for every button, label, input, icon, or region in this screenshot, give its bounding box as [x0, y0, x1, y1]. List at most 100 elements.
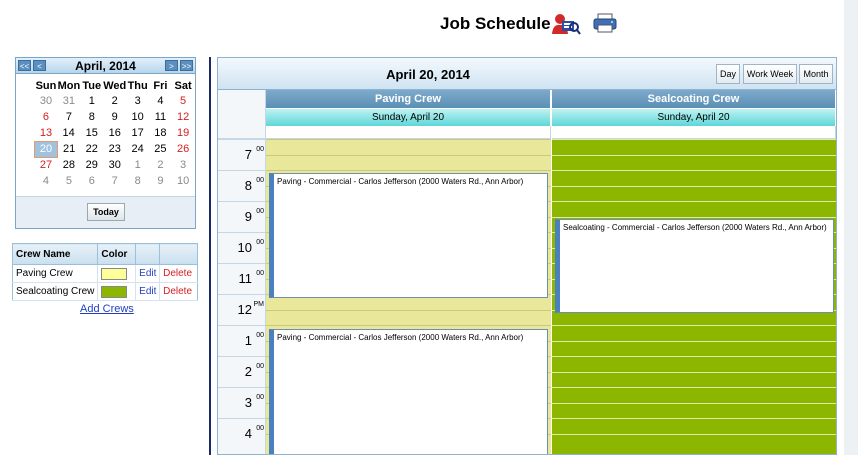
minute-label: 00 [256, 208, 264, 215]
calendar-day[interactable]: 29 [80, 157, 103, 173]
calendar-day[interactable]: 28 [57, 157, 80, 173]
all-day-cell-sealcoating[interactable] [552, 126, 836, 139]
calendar-day[interactable]: 13 [35, 125, 58, 141]
calendar-week-row: 27 28 29 30 1 2 3 [35, 157, 195, 173]
calendar-week-row: 13 14 15 16 17 18 19 [35, 125, 195, 141]
day-scheduler: April 20, 2014 Day Work Week Month Pavin… [217, 57, 837, 455]
minute-label: 00 [256, 394, 264, 401]
calendar-day[interactable]: 7 [103, 173, 126, 189]
calendar-day[interactable]: 23 [103, 141, 126, 157]
scheduler-date-title: April 20, 2014 [386, 67, 470, 82]
calendar-day[interactable]: 8 [126, 173, 149, 189]
calendar-day[interactable]: 16 [103, 125, 126, 141]
page-title: Job Schedule [440, 14, 551, 33]
weekday-label: Sun [35, 79, 57, 92]
app-root: Job Schedule << < April, 2014 > >> Sun M… [0, 0, 858, 455]
crew-name: Paving Crew [12, 264, 99, 283]
calendar-day[interactable]: 15 [80, 125, 103, 141]
minute-label: 00 [256, 177, 264, 184]
view-day-button[interactable]: Day [716, 64, 740, 84]
calendar-week-row: 4 5 6 7 8 9 10 [35, 173, 195, 189]
calendar-day[interactable]: 7 [57, 109, 80, 125]
calendar-day[interactable]: 27 [35, 157, 58, 173]
calendar-day[interactable]: 14 [57, 125, 80, 141]
user-search-icon[interactable] [551, 12, 581, 35]
calendar-day[interactable]: 3 [172, 157, 195, 173]
crew-delete-link[interactable]: Delete [159, 264, 198, 283]
calendar-day[interactable]: 5 [172, 93, 195, 109]
time-slot-line [552, 325, 836, 326]
calendar-day[interactable]: 6 [80, 173, 103, 189]
add-crews-link[interactable]: Add Crews [80, 303, 134, 315]
calendar-day[interactable]: 8 [80, 109, 103, 125]
calendar-day[interactable]: 10 [126, 109, 149, 125]
time-slot-line [552, 356, 836, 357]
time-slot-label: 8 00 [218, 170, 266, 201]
time-slot-line [552, 418, 836, 419]
calendar-day[interactable]: 21 [57, 141, 80, 157]
calendar-day[interactable]: 2 [149, 157, 172, 173]
resource-column-paving[interactable]: Paving - Commercial - Carlos Jefferson (… [266, 139, 551, 454]
calendar-day[interactable]: 10 [172, 173, 195, 189]
hour-label: 10 [237, 240, 252, 255]
calendar-day[interactable]: 17 [126, 125, 149, 141]
time-slot-line [552, 154, 836, 156]
calendar-day[interactable]: 19 [172, 125, 195, 141]
calendar-day[interactable]: 9 [103, 109, 126, 125]
crew-edit-link[interactable]: Edit [135, 282, 161, 301]
calendar-day[interactable]: 26 [172, 141, 195, 157]
crew-color-swatch [101, 285, 128, 298]
crew-color-cell [97, 282, 137, 301]
crew-table: Crew Name Color Paving Crew Edit Delete Sea… [12, 243, 198, 301]
resource-column-sealcoating[interactable]: Sealcoating - Commercial - Carlos Jeffer… [552, 139, 836, 454]
event-paving-morning[interactable]: Paving - Commercial - Carlos Jefferson (… [269, 173, 548, 298]
minute-label: 00 [256, 146, 264, 153]
calendar-day[interactable]: 24 [126, 141, 149, 157]
crew-color-cell [97, 264, 137, 283]
calendar-day[interactable]: 11 [149, 109, 172, 125]
calendar-day[interactable]: 1 [80, 93, 103, 109]
view-month-button[interactable]: Month [799, 64, 833, 84]
crew-color-header: Color [97, 243, 137, 265]
calendar-day[interactable]: 30 [35, 93, 58, 109]
time-slot-line [552, 371, 836, 373]
time-slot-label: 10 00 [218, 232, 266, 263]
calendar-day[interactable]: 2 [103, 93, 126, 109]
next-month-button[interactable]: > [165, 60, 178, 71]
next-year-button[interactable]: >> [180, 60, 193, 71]
weekday-label: Fri [153, 79, 168, 92]
calendar-day[interactable]: 18 [149, 125, 172, 141]
calendar-day[interactable]: 3 [126, 93, 149, 109]
all-day-cell-paving[interactable] [266, 126, 551, 139]
calendar-day[interactable]: 31 [57, 93, 80, 109]
view-work-week-button[interactable]: Work Week [743, 64, 797, 84]
weekday-label: Sat [174, 79, 192, 92]
crew-delete-link[interactable]: Delete [159, 282, 198, 301]
calendar-day[interactable]: 12 [172, 109, 195, 125]
calendar-day[interactable]: 6 [35, 109, 58, 125]
event-sealcoating[interactable]: Sealcoating - Commercial - Carlos Jeffer… [555, 219, 834, 313]
day-header-sealcoating: Sunday, April 20 [552, 109, 836, 126]
scrollbar-track[interactable] [844, 0, 858, 455]
today-button[interactable]: Today [87, 203, 125, 221]
calendar-day[interactable]: 25 [149, 141, 172, 157]
time-slot-label: 1 00 [218, 325, 266, 356]
hour-label: 1 [244, 333, 252, 348]
crew-edit-link[interactable]: Edit [135, 264, 161, 283]
weekday-label: Tue [82, 79, 102, 92]
weekday-label: Mon [57, 79, 81, 92]
calendar-day[interactable]: 30 [103, 157, 126, 173]
event-paving-afternoon[interactable]: Paving - Commercial - Carlos Jefferson (… [269, 329, 548, 454]
calendar-day[interactable]: 22 [80, 141, 103, 157]
crew-name: Sealcoating Crew [12, 282, 99, 301]
calendar-day[interactable]: 20 [34, 140, 58, 158]
day-header-paving: Sunday, April 20 [266, 109, 551, 126]
hour-label: 4 [244, 426, 252, 441]
calendar-day[interactable]: 9 [149, 173, 172, 189]
mini-calendar-header: << < April, 2014 > >> [16, 58, 195, 74]
calendar-day[interactable]: 5 [57, 173, 80, 189]
calendar-day[interactable]: 4 [35, 173, 58, 189]
calendar-day[interactable]: 4 [149, 93, 172, 109]
printer-icon[interactable] [592, 12, 618, 34]
calendar-day[interactable]: 1 [126, 157, 149, 173]
